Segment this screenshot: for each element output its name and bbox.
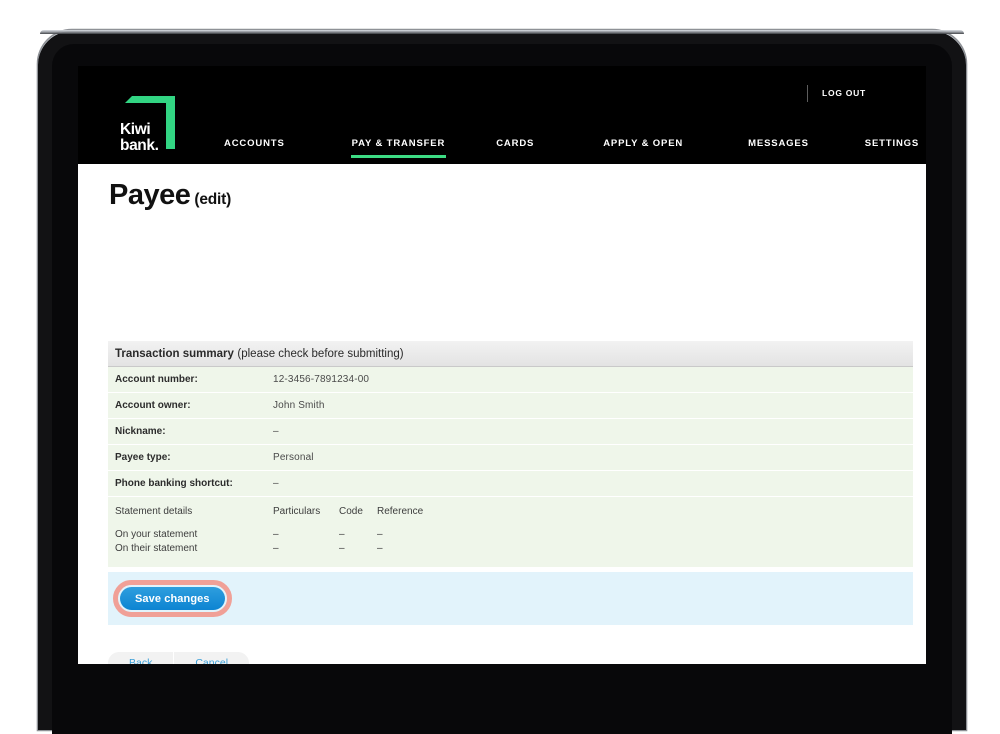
back-button[interactable]: Back xyxy=(108,652,173,664)
statement-row-label: On their statement xyxy=(115,542,198,554)
save-action-bar: Save changes xyxy=(108,572,913,625)
cancel-button[interactable]: Cancel xyxy=(174,652,249,664)
table-row: Nickname: – xyxy=(108,419,913,445)
row-label-nickname: Nickname: xyxy=(115,426,166,437)
statement-header-row: Statement details Particulars Code Refer… xyxy=(115,504,913,518)
statement-row-label: On your statement xyxy=(115,528,198,540)
summary-header-note: (please check before submitting) xyxy=(237,347,404,360)
row-value-account-owner: John Smith xyxy=(273,400,325,411)
statement-row-your: On your statement – – – xyxy=(115,527,913,541)
save-changes-button[interactable]: Save changes xyxy=(120,587,225,610)
nav-item-settings[interactable]: SETTINGS xyxy=(865,138,919,158)
transaction-summary-panel: Transaction summary (please check before… xyxy=(108,341,913,567)
page-title-sub: (edit) xyxy=(194,191,232,208)
nav-item-apply-and-open[interactable]: APPLY & OPEN xyxy=(603,138,683,158)
site-header: LOG OUT Kiwi bank. ACCOUNTS PAY & TRANSF… xyxy=(78,66,926,164)
page-title-main: Payee xyxy=(109,179,191,211)
footer-action-group: Back Cancel xyxy=(108,652,250,664)
statement-row-particulars: – xyxy=(273,542,279,554)
save-button-wrapper: Save changes xyxy=(113,580,232,617)
page-body: Payee (edit) Transaction summary (please… xyxy=(78,164,926,664)
statement-column-particulars: Particulars xyxy=(273,505,321,517)
table-row: Account owner: John Smith xyxy=(108,393,913,419)
summary-header-title: Transaction summary xyxy=(115,347,234,360)
statement-row-code: – xyxy=(339,542,345,554)
statement-column-code: Code xyxy=(339,505,363,517)
row-value-nickname: – xyxy=(273,426,279,437)
nav-item-messages[interactable]: MESSAGES xyxy=(748,138,809,158)
row-value-account-number: 12-3456-7891234-00 xyxy=(273,374,370,385)
statement-row-code: – xyxy=(339,528,345,540)
row-label-account-owner: Account owner: xyxy=(115,400,191,411)
row-value-phone-banking-shortcut: – xyxy=(273,478,279,489)
statement-row-their: On their statement – – – xyxy=(115,541,913,555)
row-value-payee-type: Personal xyxy=(273,452,314,463)
nav-item-cards[interactable]: CARDS xyxy=(496,138,534,158)
statement-row-reference: – xyxy=(377,528,383,540)
table-row: Account number: 12-3456-7891234-00 xyxy=(108,367,913,393)
statement-row-reference: – xyxy=(377,542,383,554)
statement-details-block: Statement details Particulars Code Refer… xyxy=(108,497,913,567)
tablet-screen: LOG OUT Kiwi bank. ACCOUNTS PAY & TRANSF… xyxy=(78,66,926,664)
row-label-account-number: Account number: xyxy=(115,374,198,385)
statement-column-reference: Reference xyxy=(377,505,424,517)
statement-row-particulars: – xyxy=(273,528,279,540)
main-navigation: ACCOUNTS PAY & TRANSFER CARDS APPLY & OP… xyxy=(78,138,926,164)
table-row: Phone banking shortcut: – xyxy=(108,471,913,497)
row-label-phone-banking-shortcut: Phone banking shortcut: xyxy=(115,478,233,489)
logout-divider xyxy=(807,84,809,102)
summary-panel-header: Transaction summary (please check before… xyxy=(108,341,913,367)
page-title: Payee (edit) xyxy=(109,179,231,212)
nav-item-pay-and-transfer[interactable]: PAY & TRANSFER xyxy=(350,138,446,158)
nav-item-accounts[interactable]: ACCOUNTS xyxy=(224,138,285,158)
table-row: Payee type: Personal xyxy=(108,445,913,471)
logout-link[interactable]: LOG OUT xyxy=(822,88,866,98)
row-label-payee-type: Payee type: xyxy=(115,452,171,463)
tablet-top-edge-highlight xyxy=(40,30,964,34)
statement-details-heading: Statement details xyxy=(115,505,193,517)
logout-zone: LOG OUT xyxy=(807,84,866,102)
